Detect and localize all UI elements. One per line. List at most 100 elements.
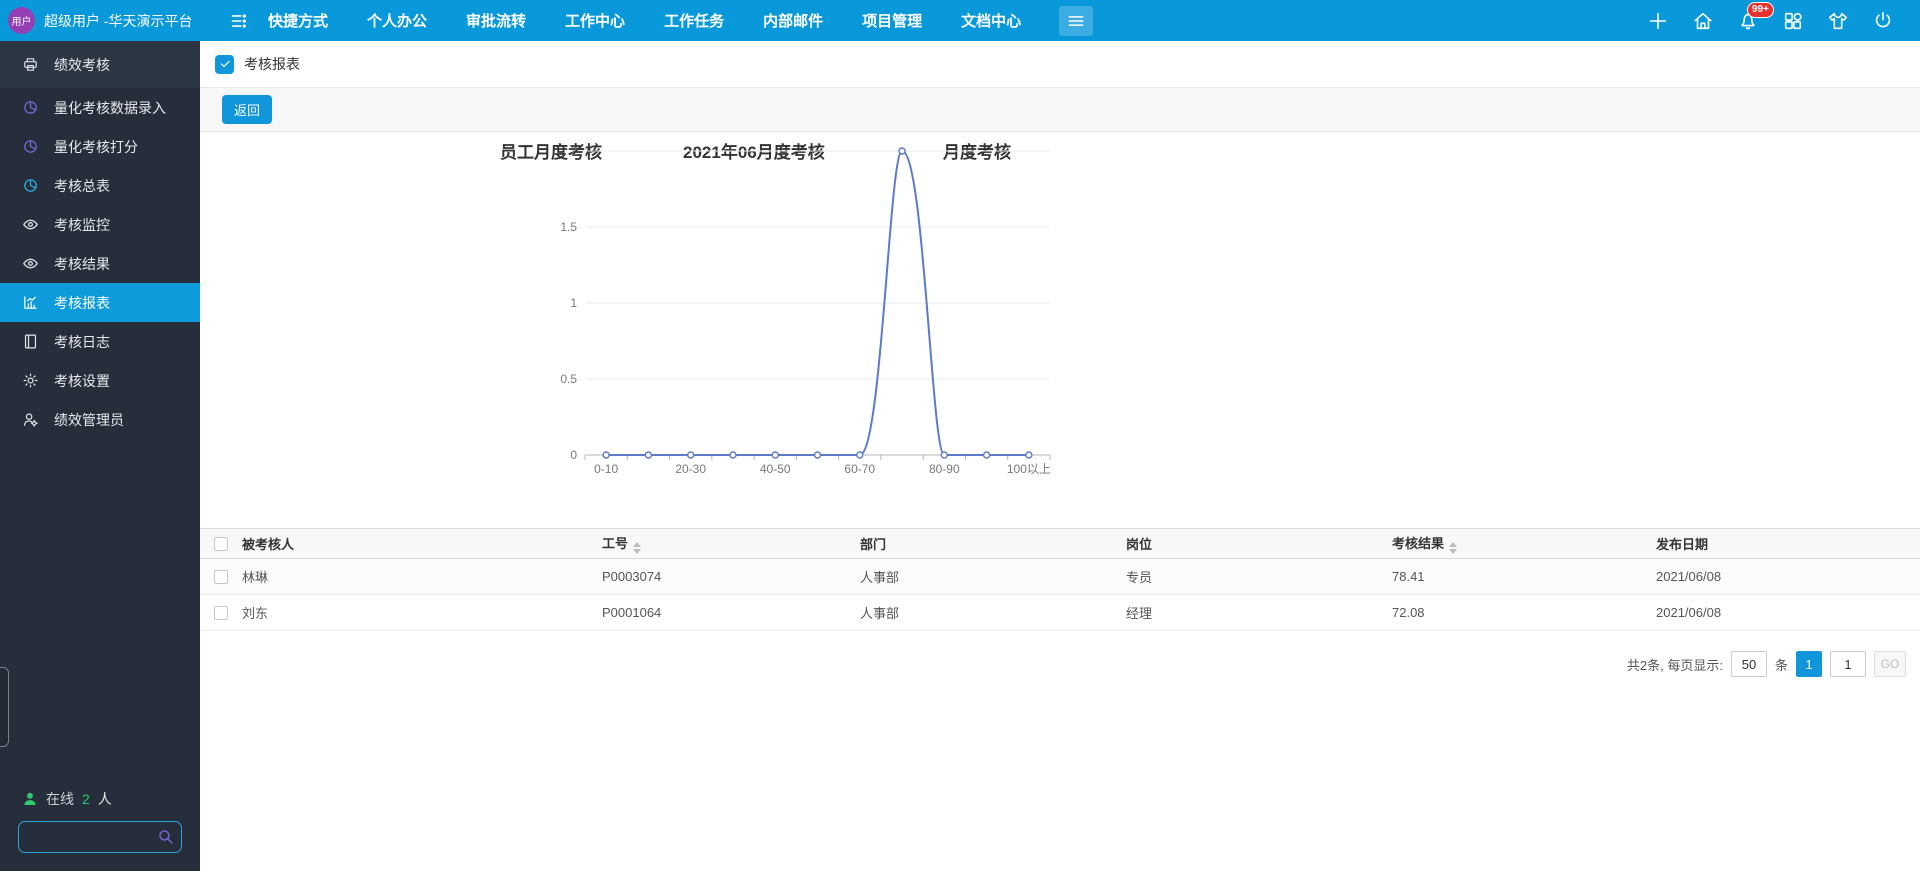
book-icon [22, 333, 39, 350]
online-users: 在线 2 人 [18, 789, 182, 809]
search-icon[interactable] [157, 828, 174, 845]
home-icon[interactable] [1692, 10, 1714, 32]
more-menu-button[interactable] [1059, 5, 1094, 36]
avatar[interactable]: 用户 [8, 7, 35, 34]
svg-text:2: 2 [570, 144, 577, 158]
nav-item[interactable]: 快捷方式 [268, 10, 328, 31]
top-nav: 快捷方式 个人办公 审批流转 工作中心 工作任务 内部邮件 项目管理 文档中心 [268, 10, 1021, 31]
sidebar-item-绩效管理员[interactable]: 绩效管理员 [0, 400, 200, 439]
main-content: 考核报表 返回 员工月度考核 2021年06月度考核 月度考核 0 0.5 1 1.5… [200, 41, 1920, 871]
pagination-unit: 条 [1774, 657, 1788, 673]
eye-icon [22, 216, 39, 233]
sidebar-item-label: 绩效考核 [54, 56, 110, 73]
topbar: 用户 超级用户 -华天演示平台 快捷方式 个人办公 审批流转 工作中心 工作任务 内部邮件… [0, 0, 1920, 41]
sort-icon[interactable] [633, 542, 642, 554]
sidebar-item-考核报表[interactable]: 考核报表 [0, 283, 200, 322]
nav-item[interactable]: 项目管理 [862, 10, 922, 31]
select-all-checkbox[interactable] [214, 537, 228, 552]
nav-item[interactable]: 审批流转 [466, 10, 526, 31]
power-icon[interactable] [1872, 10, 1894, 32]
sidebar-item-量化考核数据录入[interactable]: 量化考核数据录入 [0, 88, 200, 127]
sidebar-collapse-handle[interactable] [0, 667, 9, 747]
sidebar-item-量化考核打分[interactable]: 量化考核打分 [0, 127, 200, 166]
pie-chart-icon [22, 138, 39, 155]
sidebar: 绩效考核量化考核数据录入量化考核打分考核总表考核监控考核结果 考核报表考核日志考核… [0, 41, 200, 871]
bell-icon[interactable]: 99+ [1737, 1, 1774, 32]
svg-text:20-30: 20-30 [675, 462, 706, 476]
results-table: 被考核人 工号 部门 岗位 考核结果 发布日期 林琳 P0003074 人事部 专员 78.41 2… [200, 528, 1920, 631]
table-row[interactable]: 刘东 P0001064 人事部 经理 72.08 2021/06/08 [200, 594, 1920, 631]
cell-id: P0003074 [602, 558, 860, 595]
column-header-考核结果[interactable]: 考核结果 [1392, 528, 1656, 559]
cell-name: 刘东 [242, 594, 602, 631]
column-header-被考核人: 被考核人 [242, 528, 602, 559]
svg-text:0.5: 0.5 [560, 372, 577, 386]
cell-name: 林琳 [242, 558, 602, 595]
column-header-发布日期: 发布日期 [1656, 528, 1920, 559]
cell-dept: 人事部 [860, 594, 1126, 631]
cell-post: 专员 [1126, 558, 1392, 595]
eye-icon [22, 255, 39, 272]
assessment-chart: 员工月度考核 2021年06月度考核 月度考核 0 0.5 1 1.5 2 0-10 20-… [200, 132, 1920, 528]
pagination-summary: 共2条, 每页显示: [1626, 657, 1723, 673]
svg-text:40-50: 40-50 [760, 462, 791, 476]
cell-dept: 人事部 [860, 558, 1126, 595]
notification-badge: 99+ [1747, 1, 1774, 18]
pagination: 共2条, 每页显示: 条 1 GO [200, 651, 1906, 677]
apps-grid-icon[interactable] [1782, 10, 1804, 32]
theme-shirt-icon[interactable] [1827, 10, 1849, 32]
column-header-工号[interactable]: 工号 [602, 528, 860, 559]
nav-item[interactable]: 个人办公 [367, 10, 427, 31]
table-row[interactable]: 林琳 P0003074 人事部 专员 78.41 2021/06/08 [200, 558, 1920, 595]
svg-text:60-70: 60-70 [844, 462, 875, 476]
sidebar-item-label: 考核设置 [54, 372, 110, 389]
sidebar-item-label: 考核监控 [54, 216, 110, 233]
sidebar-item-label: 量化考核数据录入 [54, 99, 166, 116]
sidebar-item-label: 绩效管理员 [54, 411, 124, 428]
row-checkbox[interactable] [214, 606, 228, 621]
cell-post: 经理 [1126, 594, 1392, 631]
sidebar-item-绩效考核[interactable]: 绩效考核 [0, 41, 200, 88]
back-button[interactable]: 返回 [222, 95, 273, 124]
sidebar-item-考核设置[interactable]: 考核设置 [0, 361, 200, 400]
menu-list-icon[interactable] [228, 10, 250, 32]
sidebar-item-考核结果[interactable]: 考核结果 [0, 244, 200, 283]
svg-text:100以上: 100以上 [1007, 462, 1051, 476]
nav-item[interactable]: 工作中心 [565, 10, 625, 31]
sidebar-item-label: 考核日志 [54, 333, 110, 350]
sidebar-item-考核日志[interactable]: 考核日志 [0, 322, 200, 361]
cell-score: 78.41 [1392, 558, 1656, 595]
svg-text:80-90: 80-90 [929, 462, 960, 476]
go-button[interactable]: GO [1874, 651, 1906, 677]
sidebar-item-考核总表[interactable]: 考核总表 [0, 166, 200, 205]
cell-date: 2021/06/08 [1656, 594, 1920, 631]
page-1-button[interactable]: 1 [1796, 651, 1822, 677]
printer-icon [22, 56, 39, 73]
online-user-icon [22, 791, 38, 807]
sidebar-bottom: 在线 2 人 [0, 789, 200, 871]
row-checkbox[interactable] [214, 570, 228, 585]
goto-page-input[interactable] [1830, 651, 1866, 677]
plus-icon[interactable] [1647, 10, 1669, 32]
online-unit: 人 [97, 791, 112, 807]
column-header-岗位: 岗位 [1126, 528, 1392, 559]
online-count: 2 [82, 791, 90, 807]
report-doc-icon [215, 54, 234, 74]
cell-date: 2021/06/08 [1656, 558, 1920, 595]
sidebar-item-考核监控[interactable]: 考核监控 [0, 205, 200, 244]
page-size-input[interactable] [1730, 651, 1767, 677]
sort-icon[interactable] [1449, 542, 1458, 554]
score-distribution-line-chart: 0 0.5 1 1.5 2 0-10 20-30 40-50 60-70 80-90 100以上 [560, 144, 1051, 476]
pie-chart-icon [22, 177, 39, 194]
nav-item[interactable]: 内部邮件 [763, 10, 823, 31]
svg-text:0: 0 [570, 448, 577, 462]
nav-item[interactable]: 工作任务 [664, 10, 724, 31]
bar-chart-icon [22, 294, 39, 311]
svg-text:1: 1 [570, 296, 577, 310]
sidebar-item-label: 考核总表 [54, 177, 110, 194]
user-gear-icon [22, 411, 39, 428]
page-title: 考核报表 [244, 56, 300, 72]
nav-item[interactable]: 文档中心 [961, 10, 1021, 31]
user-chip[interactable]: 用户 超级用户 -华天演示平台 [0, 7, 228, 34]
svg-text:1.5: 1.5 [560, 220, 577, 234]
